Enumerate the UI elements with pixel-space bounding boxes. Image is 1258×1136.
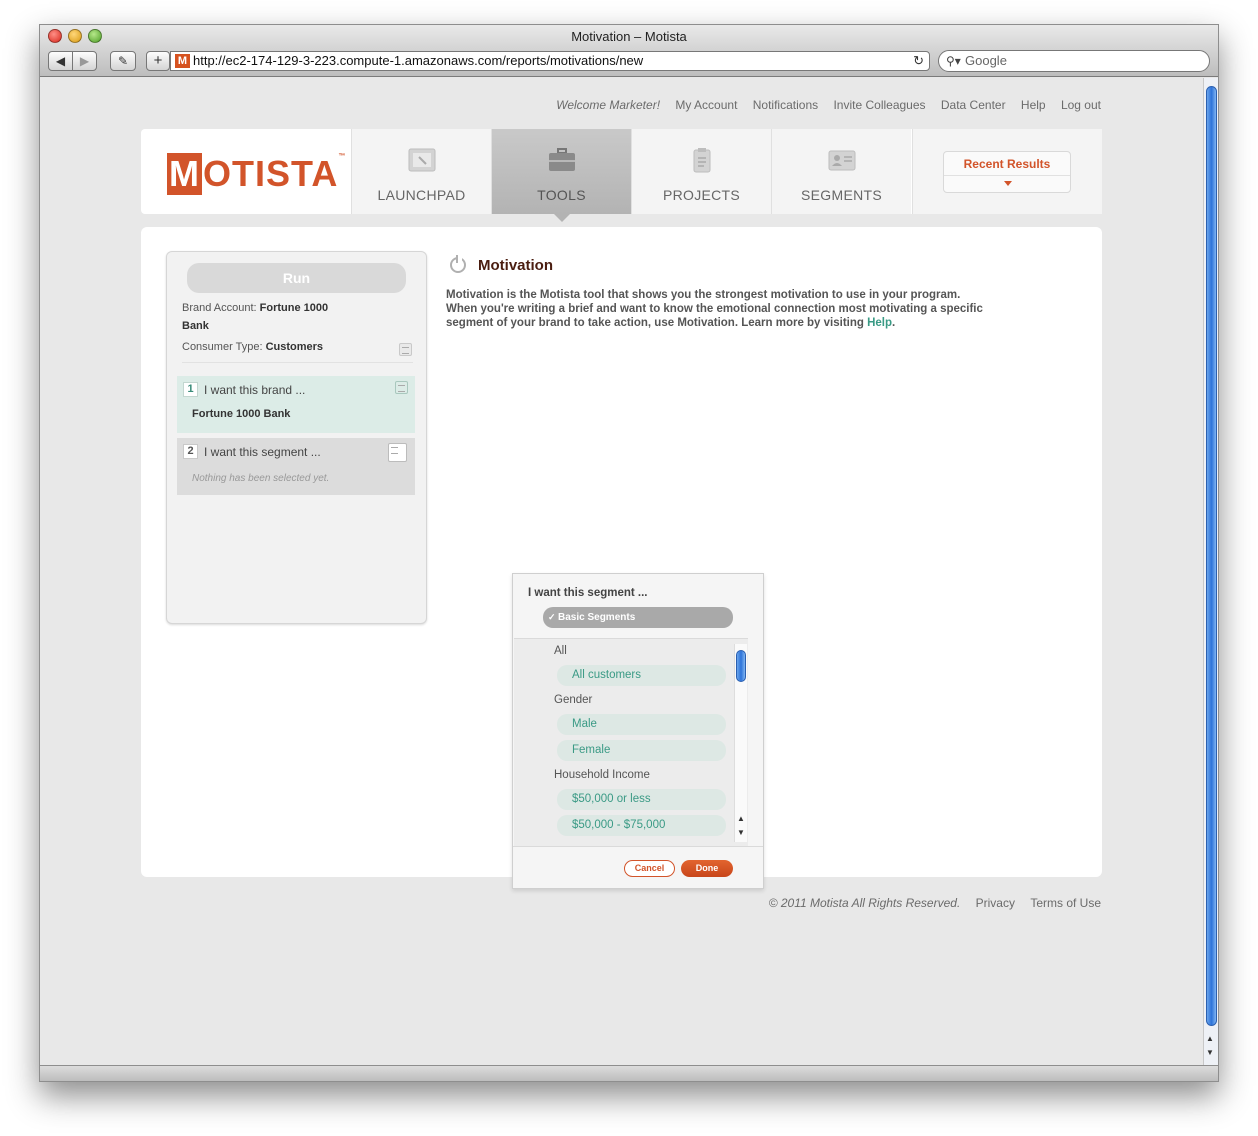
segment-options-list: All All customers Gender Male Female Hou… [514,638,748,846]
step-title: I want this brand ... [204,383,306,397]
scroll-down-icon[interactable]: ▼ [737,828,745,837]
cancel-button[interactable]: Cancel [624,860,675,877]
briefcase-icon [549,148,575,171]
scroll-up-icon[interactable]: ▲ [737,814,745,823]
run-button[interactable]: Run [187,263,406,293]
segment-option[interactable]: All customers [557,665,726,686]
popup-footer: Cancel Done [513,846,763,888]
add-bookmark-button[interactable]: + [146,51,170,71]
checkmark-icon: ✓ [548,612,556,622]
list-icon[interactable] [395,381,408,394]
brand-account-line: Brand Account: Fortune 1000 [182,302,329,314]
group-label: All [554,645,567,657]
tab-segments-label: SEGMENTS [801,187,882,203]
reload-icon[interactable]: ↻ [913,52,924,70]
step-brand[interactable]: 1 I want this brand ... Fortune 1000 Ban… [177,376,415,433]
segment-option[interactable]: Female [557,740,726,761]
brand-account-value-cont: Bank [182,320,209,332]
popup-title: I want this segment ... [528,587,648,599]
recent-results-label: Recent Results [963,157,1051,171]
popup-scrollbar[interactable]: ▲ ▼ [734,644,747,842]
favicon-icon: M [175,54,190,68]
segment-option[interactable]: $50,000 - $75,000 [557,815,726,836]
search-field[interactable]: ⚲▾ Google [938,50,1210,72]
consumer-type-value: Customers [265,341,324,353]
tab-projects[interactable]: PROJECTS [631,129,771,214]
search-placeholder: Google [965,53,1007,68]
page-scroll-thumb[interactable] [1206,86,1217,1026]
window-title: Motivation – Motista [571,29,687,44]
done-button[interactable]: Done [681,860,733,877]
step-segment[interactable]: 2 I want this segment ... Nothing has be… [177,438,415,495]
group-label: Gender [554,694,593,706]
top-nav: Welcome Marketer! My Account Notificatio… [544,98,1101,112]
tab-projects-label: PROJECTS [662,187,741,203]
page-footer: © 2011 Motista All Rights Reserved. Priv… [757,896,1101,910]
segment-option[interactable]: $50,000 or less [557,789,726,810]
list-icon[interactable] [399,343,412,356]
help-link[interactable]: Help [867,317,892,329]
browser-window: Motivation – Motista ◀ ▶ ✎ + M http://ec… [39,24,1219,1082]
group-label: Household Income [554,769,650,781]
tab-launchpad[interactable]: LAUNCHPAD [351,129,491,214]
list-icon[interactable] [388,443,407,462]
segment-type-select[interactable]: ✓ Basic Segments [543,607,733,628]
search-icon: ⚲▾ [946,54,961,68]
nav-link-data-center[interactable]: Data Center [941,98,1006,112]
recent-results-button[interactable]: Recent Results [943,151,1071,193]
nav-link-notifications[interactable]: Notifications [753,98,818,112]
step-title: I want this segment ... [204,445,321,459]
popup-scroll-thumb[interactable] [736,650,746,682]
terms-link[interactable]: Terms of Use [1030,896,1101,910]
step-number: 1 [183,382,198,397]
nav-link-my-account[interactable]: My Account [675,98,737,112]
forward-button[interactable]: ▶ [72,51,97,71]
status-bar [40,1065,1218,1081]
nav-link-help[interactable]: Help [1021,98,1046,112]
step-value: Fortune 1000 Bank [192,408,291,420]
recent-results-area: Recent Results [912,129,1102,214]
back-button[interactable]: ◀ [48,51,73,71]
nav-link-log-out[interactable]: Log out [1061,98,1101,112]
segment-option[interactable]: Male [557,714,726,735]
tab-tools-label: TOOLS [537,187,586,203]
power-icon [450,255,466,273]
page-title: Motivation [478,257,553,274]
motista-logo[interactable]: MOTISTA™ [167,153,346,195]
clipboard-icon [693,148,711,173]
tab-segments[interactable]: SEGMENTS [771,129,911,214]
id-card-icon [828,150,856,171]
step-number: 2 [183,444,198,459]
tab-launchpad-label: LAUNCHPAD [377,187,466,203]
launchpad-icon [408,148,436,172]
copyright-text: © 2011 Motista All Rights Reserved. [768,896,961,910]
url-text: http://ec2-174-129-3-223.compute-1.amazo… [193,53,644,68]
evernote-icon[interactable]: ✎ [110,51,136,71]
address-bar[interactable]: M http://ec2-174-129-3-223.compute-1.ama… [170,51,930,71]
page-viewport: Welcome Marketer! My Account Notificatio… [40,78,1203,1065]
tool-sidebar: Run Brand Account: Fortune 1000 Bank Con… [166,251,427,624]
title-bar: Motivation – Motista ◀ ▶ ✎ + M http://ec… [40,25,1218,77]
scroll-down-icon[interactable]: ▼ [1206,1048,1214,1057]
nav-link-invite-colleagues[interactable]: Invite Colleagues [833,98,925,112]
welcome-text: Welcome Marketer! [556,98,661,112]
page-scrollbar[interactable]: ▲ ▼ [1203,78,1218,1065]
active-tab-indicator [554,214,570,222]
step-empty-text: Nothing has been selected yet. [192,473,330,484]
brand-account-value: Fortune 1000 [259,302,329,314]
main-header: MOTISTA™ LAUNCHPAD TOOLS PROJECTS SEGMEN… [141,129,1102,222]
segment-type-value: Basic Segments [558,612,636,623]
scroll-up-icon[interactable]: ▲ [1206,1034,1214,1043]
tool-description: Motivation is the Motista tool that show… [446,289,983,329]
segment-picker-popup: I want this segment ... ✓ Basic Segments… [512,573,764,889]
chevron-down-icon [1004,181,1012,186]
tab-tools[interactable]: TOOLS [491,129,631,222]
privacy-link[interactable]: Privacy [976,896,1015,910]
content-panel: Run Brand Account: Fortune 1000 Bank Con… [141,227,1102,889]
consumer-type-line: Consumer Type: Customers [182,341,413,363]
